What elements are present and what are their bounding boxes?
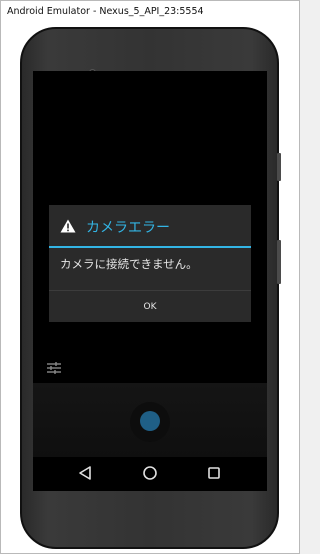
recent-square-icon[interactable] [204,463,224,483]
dialog-title: カメラエラー [86,220,170,236]
camera-error-dialog: カメラエラー カメラに接続できません。 OK [49,205,251,322]
dialog-message: カメラに接続できません。 [60,257,198,271]
home-circle-icon[interactable] [140,463,160,483]
shutter-button[interactable] [140,411,160,431]
window-titlebar[interactable]: Android Emulator - Nexus_5_API_23:5554 [1,1,299,23]
warning-icon [60,219,76,233]
settings-sliders-icon[interactable] [46,361,62,375]
window-title: Android Emulator - Nexus_5_API_23:5554 [7,6,204,17]
volume-button[interactable] [277,240,281,284]
dialog-title-divider [49,246,251,248]
power-button[interactable] [277,153,281,181]
ok-button[interactable]: OK [49,291,251,322]
back-triangle-icon[interactable] [75,463,95,483]
dialog-header: カメラエラー [49,205,251,246]
